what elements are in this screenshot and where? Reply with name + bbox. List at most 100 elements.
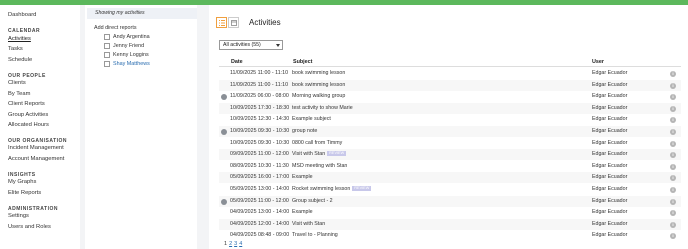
table-row[interactable]: 10/09/2025 09:30 - 10:30 0800 call from T… [219, 138, 681, 149]
nav-client-reports[interactable]: Client Reports [8, 101, 45, 108]
nav-clients[interactable]: Clients [8, 80, 26, 87]
info-icon[interactable]: i [670, 117, 676, 124]
cell-subject[interactable]: Visit with Stan REVIEW [292, 151, 347, 158]
column-header-user[interactable]: User [592, 59, 604, 65]
info-icon[interactable]: i [670, 210, 676, 217]
table-row[interactable]: 04/09/2025 08:48 - 09:00 Travel to - Plan… [219, 230, 681, 241]
page-link[interactable]: 1 [224, 241, 227, 247]
info-icon[interactable]: i [670, 152, 676, 159]
info-icon[interactable]: i [670, 129, 676, 135]
cell-subject[interactable]: 0800 call from Timmy [292, 140, 342, 147]
table-row[interactable]: 04/09/2025 13:00 - 14:00 Example Edgar Ecu… [219, 207, 681, 218]
cell-subject-text: Example [292, 174, 313, 181]
info-icon[interactable]: i [670, 82, 676, 89]
nav-tasks[interactable]: Tasks [8, 46, 23, 53]
nav-allocated-hours[interactable]: Allocated Hours [8, 122, 49, 129]
nav-users-and-roles[interactable]: Users and Roles [8, 224, 51, 231]
cell-subject[interactable]: Morning walking group [292, 93, 345, 100]
table-row[interactable]: 11/09/2025 06:00 - 08:00 Morning walking … [219, 91, 681, 102]
cell-user: Edgar Ecuador [592, 151, 628, 158]
activity-filter-select[interactable]: All activities (55) [219, 40, 283, 50]
cell-subject[interactable]: test activity to show Marie [292, 105, 353, 112]
info-icon[interactable]: i [670, 233, 676, 240]
table-row[interactable]: 05/09/2025 11:00 - 12:00 Group subject - … [219, 195, 681, 207]
activity-filter-select-value: All activities (55) [223, 42, 261, 48]
cell-user: Edgar Ecuador [592, 93, 628, 100]
table-row[interactable]: 10/09/2025 09:30 - 10:30 group note Edgar … [219, 126, 681, 137]
cell-date: 10/09/2025 09:30 - 10:30 [230, 139, 290, 146]
nav-account-management[interactable]: Account Management [8, 156, 64, 163]
cell-subject[interactable]: MSD meeting with Stan [292, 163, 347, 170]
cell-date: 11/09/2025 11:00 - 11:10 [230, 81, 289, 88]
nav-elite-reports[interactable]: Elite Reports [8, 190, 41, 197]
direct-report-checkbox[interactable] [104, 43, 110, 49]
info-icon[interactable]: i [670, 71, 676, 77]
table-row[interactable]: 08/09/2025 10:30 - 11:30 MSD meeting with… [219, 161, 681, 172]
table-row[interactable]: 10/09/2025 12:30 - 14:30 Example subject E… [219, 114, 681, 125]
cell-date: 08/09/2025 10:30 - 11:30 [230, 162, 289, 169]
info-icon[interactable]: i [670, 140, 676, 147]
cell-subject[interactable]: group note [292, 128, 317, 135]
nav-activities[interactable]: Activities [8, 36, 31, 43]
activity-filter-panel: Showing my activities Add direct reports… [85, 5, 197, 249]
cell-subject[interactable]: Group subject - 2 [292, 198, 333, 205]
page-link[interactable]: 2 [229, 241, 232, 247]
info-icon[interactable]: i [670, 163, 676, 170]
nav-incident-management[interactable]: Incident Management [8, 145, 64, 152]
cell-user: Edgar Ecuador [592, 128, 628, 134]
cell-subject[interactable]: Example [292, 174, 313, 181]
cell-date: 04/09/2025 08:48 - 09:00 [230, 232, 290, 239]
cell-subject[interactable]: book swimming lesson [292, 82, 345, 89]
cell-user: Edgar Ecuador [592, 162, 628, 169]
table-row[interactable]: 10/09/2025 17:30 - 18:30 test activity to… [219, 102, 681, 114]
info-icon[interactable]: i [670, 175, 676, 182]
table-row[interactable]: 05/09/2025 16:00 - 17:00 Example Edgar Ecu… [219, 172, 681, 184]
table-row[interactable]: 04/09/2025 12:00 - 14:00 Visit with Stan E… [219, 218, 681, 230]
table-row[interactable]: 09/09/2025 11:00 - 12:00 Visit with Stan R… [219, 149, 681, 161]
calendar-view-button[interactable] [228, 17, 239, 28]
nav-dashboard[interactable]: Dashboard [8, 12, 36, 19]
filter-header[interactable]: Showing my activities [87, 8, 197, 19]
page-link[interactable]: 4 [239, 241, 242, 247]
nav-my-graphs[interactable]: My Graphs [8, 179, 36, 186]
sidebar: Dashboard CALENDAR Activities Tasks Sche… [0, 5, 80, 249]
direct-report-checkbox[interactable] [104, 61, 110, 67]
cell-subject[interactable]: Travel to - Planning [292, 232, 338, 239]
direct-report-name: Jenny Friend [113, 43, 145, 49]
cell-subject[interactable]: book swimming lesson [292, 70, 345, 77]
list-view-button[interactable] [216, 17, 227, 28]
direct-report-checkbox[interactable] [104, 52, 110, 58]
cell-subject[interactable]: Example subject [292, 116, 331, 123]
review-badge: REVIEW [327, 151, 347, 157]
direct-reports-label: Add direct reports [94, 25, 137, 31]
direct-report-checkbox[interactable] [104, 34, 110, 40]
nav-heading-calendar: CALENDAR [8, 28, 41, 34]
nav-settings[interactable]: Settings [8, 213, 29, 220]
info-icon[interactable]: i [670, 94, 676, 101]
info-icon[interactable]: i [670, 187, 676, 193]
cell-user: Edgar Ecuador [592, 220, 628, 227]
info-icon[interactable]: i [670, 221, 676, 228]
info-icon[interactable]: i [670, 198, 676, 205]
cell-subject[interactable]: Rocket swimming lesson REVIEW [292, 186, 372, 193]
nav-schedule[interactable]: Schedule [8, 57, 32, 64]
review-badge: REVIEW [352, 186, 372, 192]
table-row[interactable]: 11/09/2025 11:00 - 11:10 book swimming le… [219, 79, 681, 91]
table-row[interactable]: 05/09/2025 13:00 - 14:00 Rocket swimming … [219, 184, 681, 195]
cell-subject-text: Morning walking group [292, 93, 346, 100]
page-title: Activities [249, 18, 281, 27]
nav-group-activities[interactable]: Group Activities [8, 112, 48, 119]
page-link[interactable]: 3 [234, 241, 237, 247]
table-row[interactable]: 11/09/2025 11:00 - 11:10 book swimming le… [219, 68, 681, 79]
cell-user: Edgar Ecuador [592, 70, 628, 76]
list-icon [219, 20, 225, 26]
column-header-date[interactable]: Date [231, 59, 243, 65]
cell-date: 05/09/2025 11:00 - 12:00 [230, 197, 289, 204]
cell-subject[interactable]: Example [292, 209, 313, 216]
column-header-subject[interactable]: Subject [293, 59, 312, 65]
info-icon[interactable]: i [670, 105, 676, 112]
nav-by-team[interactable]: By Team [8, 91, 30, 98]
direct-report-name: Andy Argentina [113, 34, 150, 40]
cell-subject[interactable]: Visit with Stan [292, 221, 325, 228]
cell-user: Edgar Ecuador [592, 116, 628, 123]
